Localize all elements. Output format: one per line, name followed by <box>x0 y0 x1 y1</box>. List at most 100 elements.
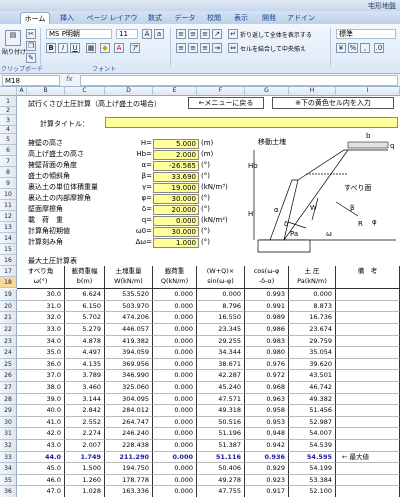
table-cell[interactable]: 49.318 <box>197 405 245 417</box>
row-header-34[interactable]: 34 <box>0 463 17 475</box>
comma-icon[interactable]: , <box>360 43 370 53</box>
table-cell[interactable]: 228.438 <box>105 440 153 452</box>
table-cell[interactable]: 0.948 <box>245 428 289 440</box>
table-cell[interactable]: 42.287 <box>197 370 245 382</box>
grow-font-icon[interactable]: A <box>142 29 152 39</box>
table-cell[interactable]: 0.000 <box>289 289 336 301</box>
table-cell[interactable]: 29.255 <box>197 335 245 348</box>
indent-icon[interactable]: ⇥ <box>212 43 222 53</box>
row-header-7[interactable]: 7 <box>0 156 17 167</box>
column-header-i[interactable]: I <box>336 87 400 96</box>
table-cell[interactable]: 33.0 <box>17 324 65 336</box>
table-cell[interactable]: 49.382 <box>289 393 336 406</box>
table-cell[interactable] <box>336 289 400 301</box>
table-cell[interactable]: 39.620 <box>289 358 336 371</box>
table-cell[interactable] <box>336 324 400 336</box>
table-cell[interactable]: 0.923 <box>245 474 289 487</box>
table-cell[interactable]: 194.750 <box>105 463 153 475</box>
column-header-d[interactable]: D <box>105 87 153 96</box>
row-header-17[interactable]: 17 <box>0 266 17 277</box>
table-cell[interactable]: 35.0 <box>17 347 65 359</box>
table-cell[interactable]: 43.0 <box>17 440 65 452</box>
orientation-icon[interactable]: ↗ <box>212 29 222 39</box>
table-cell[interactable]: 36.0 <box>17 358 65 371</box>
column-header-f[interactable]: F <box>197 87 245 96</box>
table-cell[interactable]: 0.000 <box>153 428 197 440</box>
row-header-22[interactable]: 22 <box>0 324 17 336</box>
param-value-input[interactable]: 19.000 <box>153 183 199 193</box>
table-cell[interactable]: 1.260 <box>65 474 105 487</box>
table-cell[interactable]: 0.968 <box>245 382 289 394</box>
table-cell[interactable]: 0.917 <box>245 486 289 497</box>
table-cell[interactable] <box>336 370 400 382</box>
table-cell[interactable]: 51.116 <box>197 451 245 464</box>
param-value-input[interactable]: 20.000 <box>153 205 199 215</box>
row-header-15[interactable]: 15 <box>0 244 17 255</box>
param-value-input[interactable]: 2.000 <box>153 150 199 160</box>
table-cell[interactable]: 50.516 <box>197 416 245 429</box>
table-cell[interactable]: 0.991 <box>245 300 289 313</box>
row-header-5[interactable]: 5 <box>0 134 17 145</box>
formula-input[interactable] <box>80 75 398 86</box>
table-cell[interactable]: 0.000 <box>153 289 197 301</box>
align-left-icon[interactable]: ≡ <box>176 43 186 53</box>
table-cell[interactable]: 0.983 <box>245 335 289 348</box>
table-cell[interactable]: 0.000 <box>197 289 245 301</box>
table-cell[interactable]: 31.0 <box>17 300 65 313</box>
row-header-29[interactable]: 29 <box>0 405 17 417</box>
row-header-1[interactable]: 1 <box>0 96 17 107</box>
row-header-4[interactable]: 4 <box>0 126 17 134</box>
table-cell[interactable]: 419.382 <box>105 335 153 348</box>
align-right-icon[interactable]: ≡ <box>200 43 210 53</box>
table-cell[interactable]: 46.0 <box>17 474 65 487</box>
table-cell[interactable]: 47.0 <box>17 486 65 497</box>
percent-icon[interactable]: % <box>348 43 358 53</box>
table-cell[interactable]: 1.500 <box>65 463 105 475</box>
table-cell[interactable]: 178.778 <box>105 474 153 487</box>
table-cell[interactable]: 53.384 <box>289 474 336 487</box>
table-cell[interactable]: 0.000 <box>153 358 197 371</box>
param-value-input[interactable]: 0.000 <box>153 216 199 226</box>
table-cell[interactable]: 30.0 <box>17 289 65 301</box>
table-cell[interactable]: 3.460 <box>65 382 105 394</box>
table-cell[interactable]: 35.054 <box>289 347 336 359</box>
table-cell[interactable]: 51.196 <box>197 428 245 440</box>
tab-formulas[interactable]: 数式 <box>144 12 166 24</box>
table-cell[interactable]: 41.0 <box>17 416 65 429</box>
menu-button[interactable]: ←メニューに戻る <box>188 97 264 109</box>
table-cell[interactable]: 6.624 <box>65 289 105 301</box>
table-cell[interactable] <box>336 382 400 394</box>
table-cell[interactable] <box>336 300 400 313</box>
tab-page-layout[interactable]: ページ レイアウト <box>84 12 140 34</box>
function-icon[interactable]: fx <box>66 75 73 83</box>
table-cell[interactable]: 0.000 <box>153 463 197 475</box>
shrink-font-icon[interactable]: a <box>154 29 164 39</box>
font-name-select[interactable]: MS P明朝 <box>46 29 112 39</box>
select-all-corner[interactable] <box>0 87 17 96</box>
table-cell[interactable] <box>336 474 400 487</box>
table-cell[interactable]: 0.000 <box>153 312 197 324</box>
column-header-c[interactable]: C <box>65 87 105 96</box>
column-header-b[interactable]: B <box>27 87 65 96</box>
table-cell[interactable]: 42.0 <box>17 428 65 440</box>
italic-icon[interactable]: I <box>58 43 68 53</box>
bold-icon[interactable]: B <box>46 43 56 53</box>
table-cell[interactable]: 163.336 <box>105 486 153 497</box>
table-cell[interactable]: 2.552 <box>65 416 105 429</box>
table-cell[interactable] <box>336 335 400 348</box>
param-value-input[interactable]: 30.000 <box>153 194 199 204</box>
column-header-g[interactable]: G <box>245 87 289 96</box>
table-cell[interactable]: 1.028 <box>65 486 105 497</box>
table-cell[interactable]: 0.000 <box>153 347 197 359</box>
param-value-input[interactable]: 30.000 <box>153 227 199 237</box>
row-header-32[interactable]: 32 <box>0 440 17 452</box>
table-cell[interactable] <box>336 405 400 417</box>
table-cell[interactable]: 3.789 <box>65 370 105 382</box>
param-value-input[interactable]: 33.690 <box>153 172 199 182</box>
table-cell[interactable]: 0.000 <box>153 474 197 487</box>
row-header-36[interactable]: 36 <box>0 486 17 497</box>
table-cell[interactable]: 29.759 <box>289 335 336 348</box>
table-cell[interactable]: 0.953 <box>245 416 289 429</box>
table-cell[interactable]: 304.095 <box>105 393 153 406</box>
table-cell[interactable]: 535.520 <box>105 289 153 301</box>
